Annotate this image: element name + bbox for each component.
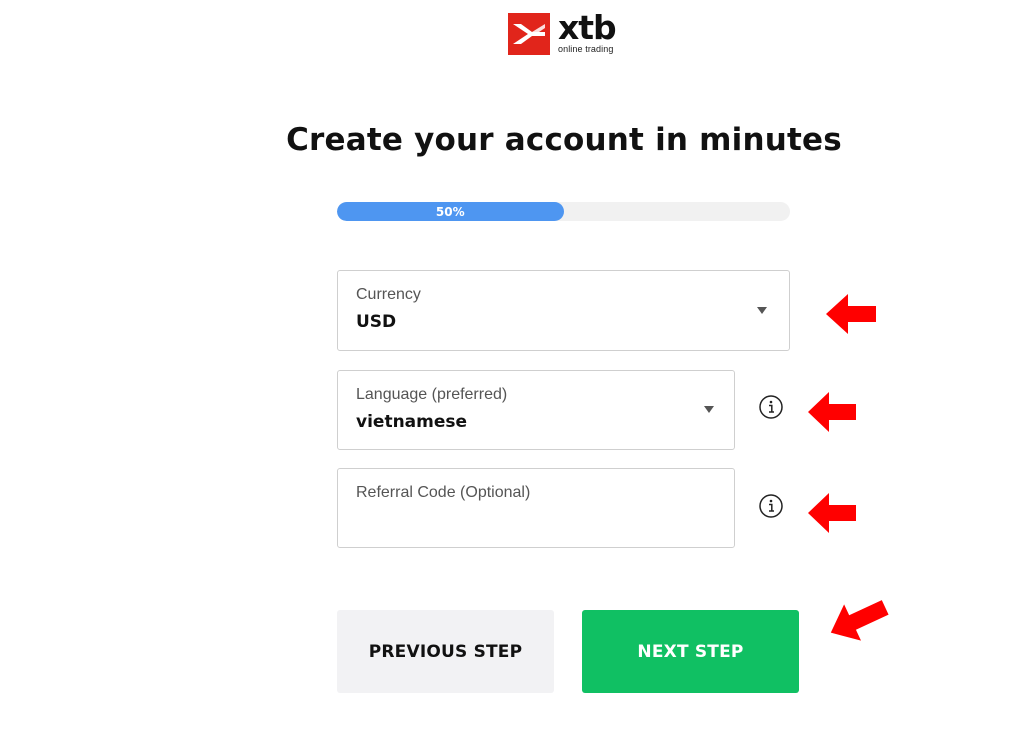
red-arrow-icon (806, 491, 858, 539)
page-title: Create your account in minutes (286, 122, 842, 158)
chevron-down-icon (704, 406, 714, 413)
language-label: Language (preferred) (356, 386, 508, 403)
referral-info-icon[interactable] (759, 494, 783, 518)
referral-code-field[interactable]: Referral Code (Optional) (337, 468, 735, 548)
xtb-logo-mark-icon (508, 13, 550, 55)
language-info-icon[interactable] (759, 395, 783, 419)
currency-value: USD (356, 312, 397, 332)
next-step-button[interactable]: NEXT STEP (582, 610, 799, 693)
previous-step-button[interactable]: PREVIOUS STEP (337, 610, 554, 693)
red-arrow-icon (806, 390, 858, 438)
red-arrow-icon (824, 292, 878, 340)
signup-page: xtb online trading Create your account i… (0, 0, 1024, 743)
language-value: vietnamese (356, 412, 468, 432)
red-arrow-icon (822, 590, 894, 654)
currency-select[interactable]: Currency USD (337, 270, 790, 351)
brand-name: xtb (558, 8, 617, 47)
progress-bar: 50% (337, 202, 790, 221)
referral-label: Referral Code (Optional) (356, 484, 531, 501)
brand-tagline: online trading (558, 44, 614, 54)
xtb-logo: xtb online trading (508, 8, 617, 55)
referral-code-input[interactable] (356, 509, 716, 533)
progress-fill: 50% (337, 202, 564, 221)
logo-text: xtb online trading (558, 8, 617, 54)
currency-label: Currency (356, 286, 421, 303)
progress-label: 50% (435, 204, 465, 219)
chevron-down-icon (757, 307, 767, 314)
language-select[interactable]: Language (preferred) vietnamese (337, 370, 735, 450)
